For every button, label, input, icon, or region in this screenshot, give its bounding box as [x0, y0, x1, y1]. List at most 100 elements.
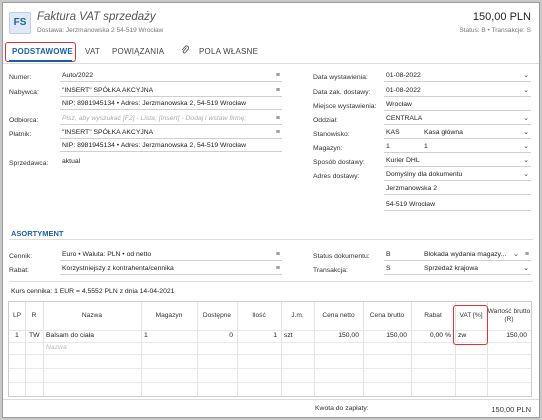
chevron-down-icon[interactable]: ⌄ [523, 170, 529, 180]
data-dostawy-input[interactable]: 01-08-2022 ⌄ [384, 86, 531, 97]
chevron-down-icon[interactable]: ⌄ [523, 114, 529, 124]
delivery-subtitle: Dostawa: Jerzmanowska 2 54-519 Wrocław [37, 27, 164, 34]
chevron-down-icon[interactable]: ⌄ [523, 156, 529, 166]
data-wystawienia-input[interactable]: 01-08-2022 ⌄ [384, 71, 531, 82]
exchange-rate-text: Kurs cennika: 1 EUR = 4,5552 PLN z dnia … [11, 288, 175, 295]
chevron-down-icon[interactable]: ⌄ [523, 142, 529, 152]
cennik-field[interactable]: Euro • Waluta: PLN • od netto ≡ [60, 250, 282, 261]
col-wartosc-header[interactable]: Wartość brutto (R) [487, 302, 531, 330]
col-cena-netto-header[interactable]: Cena netto [314, 302, 363, 330]
col-nazwa-header[interactable]: Nazwa [43, 302, 141, 330]
menu-icon[interactable]: ≡ [276, 86, 280, 96]
items-grid: LP R Nazwa Magazyn Dostępne Ilość J.m. C… [8, 301, 532, 397]
cell-jm[interactable]: szt [284, 331, 293, 341]
chevron-down-icon[interactable]: ⌄ [523, 264, 529, 274]
col-r-header[interactable]: R [25, 302, 43, 330]
platnik-address: NIP: 8981945134 • Adres: Jerzmanowska 2,… [60, 141, 282, 152]
new-item-name-input[interactable]: Nazwa [46, 343, 67, 353]
col-lp-header[interactable]: LP [9, 302, 25, 330]
rabat-label: Rabat: [9, 267, 30, 274]
status-dokumentu-label: Status dokumentu: [313, 253, 370, 260]
cell-dostepne: 0 [229, 332, 233, 339]
cell-rabat[interactable]: 0,00 % [430, 331, 451, 341]
stanowisko-label: Stanowisko: [313, 131, 350, 138]
col-dostepne-header[interactable]: Dostępne [197, 302, 237, 330]
cell-magazyn[interactable]: 1 [144, 331, 148, 341]
vat-column-highlight [453, 305, 488, 345]
adres-dostawy-label: Adres dostawy: [313, 173, 360, 180]
menu-icon[interactable]: ≡ [276, 250, 280, 260]
sprzedawca-field[interactable]: aktual [60, 157, 282, 168]
menu-icon[interactable]: ≡ [276, 128, 280, 138]
odbiorca-search-input[interactable]: Pisz, aby wyszukać [F2] - Lista; [Insert… [60, 114, 282, 125]
magazyn-select[interactable]: 1 1 ⌄ [384, 142, 531, 153]
col-jm-header[interactable]: J.m. [281, 302, 314, 330]
document-title: Faktura VAT sprzedaży [37, 11, 156, 23]
tab-vat[interactable]: VAT [85, 47, 100, 56]
menu-icon[interactable]: ≡ [525, 250, 529, 260]
chevron-down-icon[interactable]: ⌄ [523, 128, 529, 138]
transakcja-label: Transakcja: [313, 267, 348, 274]
cennik-label: Cennik: [9, 253, 33, 260]
nabywca-field[interactable]: "INSERT" SPÓŁKA AKCYJNA ≡ [60, 86, 282, 97]
sposob-dostawy-select[interactable]: Kurier DHL ⌄ [384, 156, 531, 167]
kwota-label: Kwota do zapłaty: [315, 405, 369, 412]
adres-line-1: Jerzmanowska 2 [384, 184, 531, 195]
col-ilosc-header[interactable]: Ilość [237, 302, 281, 330]
platnik-label: Płatnik: [9, 131, 32, 138]
data-dostawy-label: Data zak. dostawy: [313, 89, 371, 96]
document-header: FS Faktura VAT sprzedaży Dostawa: Jerzma… [3, 3, 539, 41]
numer-label: Numer: [9, 74, 32, 81]
cell-r: TW [29, 332, 40, 339]
status-text: Status: B • Transakcje: S [459, 27, 531, 34]
document-type-badge: FS [9, 12, 31, 34]
sprzedawca-label: Sprzedawca: [9, 160, 49, 167]
asortyment-heading: ASORTYMENT [11, 229, 64, 238]
col-magazyn-header[interactable]: Magazyn [141, 302, 197, 330]
adres-dostawy-select[interactable]: Domyślny dla dokumentu ⌄ [384, 170, 531, 181]
miejsce-label: Miejsce wystawienia: [313, 103, 377, 110]
cell-nazwa[interactable]: Balsam do ciała [46, 331, 94, 341]
nabywca-label: Nabywca: [9, 89, 39, 96]
status-dokumentu-select[interactable]: B Blokada wydania magazy... ⌄ ≡ [384, 250, 531, 261]
total-amount: 150,00 PLN [472, 11, 531, 23]
row-divider [9, 382, 531, 383]
cell-cena-netto[interactable]: 150,00 [338, 331, 359, 341]
numer-field[interactable]: Auto/2022 ≡ [60, 71, 282, 82]
cell-cena-brutto[interactable]: 150,00 [386, 331, 407, 341]
menu-icon[interactable]: ≡ [276, 264, 280, 274]
sposob-dostawy-label: Sposób dostawy: [313, 159, 365, 166]
tab-bar: PODSTAWOWE VAT POWIĄZANIA POLA WŁASNE [3, 41, 539, 64]
tab-podstawowe[interactable]: PODSTAWOWE [12, 47, 73, 56]
data-wystawienia-label: Data wystawienia: [313, 74, 368, 81]
oddzial-select[interactable]: CENTRALA ⌄ [384, 114, 531, 125]
miejsce-input[interactable]: Wrocław [384, 100, 531, 111]
menu-icon[interactable]: ≡ [276, 114, 280, 124]
tab-powiazania[interactable]: POWIĄZANIA [112, 47, 164, 56]
nabywca-address: NIP: 8981945134 • Adres: Jerzmanowska 2,… [60, 99, 282, 110]
active-tab-underline [9, 60, 72, 62]
divider [9, 281, 533, 282]
document-window: FS Faktura VAT sprzedaży Dostawa: Jerzma… [2, 2, 540, 418]
col-cena-brutto-header[interactable]: Cena brutto [363, 302, 411, 330]
chevron-down-icon[interactable]: ⌄ [523, 86, 529, 96]
row-divider [9, 368, 531, 369]
magazyn-label: Magazyn: [313, 145, 343, 152]
kwota-value: 150,00 PLN [491, 405, 531, 414]
odbiorca-label: Odbiorca: [9, 117, 39, 124]
chevron-down-icon[interactable]: ⌄ [513, 250, 519, 260]
section-divider [9, 239, 533, 240]
cell-wartosc: 150,00 [506, 332, 527, 339]
stanowisko-select[interactable]: KAS Kasa główna ⌄ [384, 128, 531, 139]
tab-pola-wlasne[interactable]: POLA WŁASNE [199, 47, 258, 56]
adres-line-2: 54-519 Wrocław [384, 200, 531, 211]
rabat-field[interactable]: Korzystniejszy z kontrahenta/cennika ≡ [60, 264, 282, 275]
menu-icon[interactable]: ≡ [276, 71, 280, 81]
attachment-icon[interactable] [181, 45, 189, 55]
transakcja-select[interactable]: S Sprzedaż krajowa ⌄ [384, 264, 531, 275]
chevron-down-icon[interactable]: ⌄ [523, 71, 529, 81]
platnik-field[interactable]: "INSERT" SPÓŁKA AKCYJNA ≡ [60, 128, 282, 139]
col-rabat-header[interactable]: Rabat [411, 302, 455, 330]
cell-lp: 1 [15, 332, 19, 339]
cell-ilosc[interactable]: 1 [273, 331, 277, 341]
